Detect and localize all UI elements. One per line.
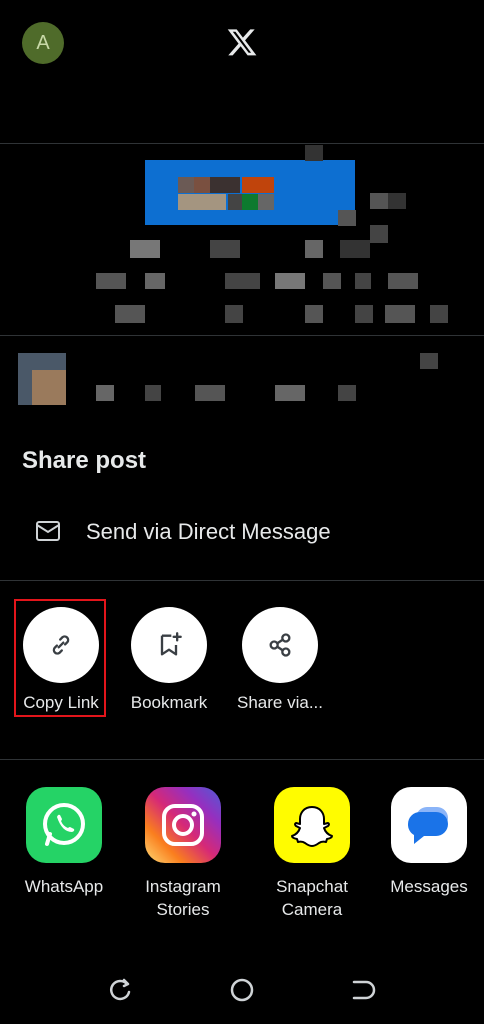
instagram-tile — [145, 787, 221, 863]
app-snapchat-camera[interactable]: Snapchat Camera — [252, 787, 372, 921]
bookmark-circle — [131, 607, 207, 683]
bookmark-add-icon — [160, 632, 182, 656]
section-divider — [0, 580, 484, 581]
app-messages[interactable]: Messages — [369, 787, 484, 898]
sheet-title: Share post — [22, 447, 147, 474]
whatsapp-label: WhatsApp — [24, 877, 104, 896]
envelope-icon — [36, 521, 60, 541]
system-navigation-bar — [0, 960, 484, 1024]
share-via-label: Share via... — [237, 693, 323, 712]
post-preview-pixelated — [0, 95, 484, 405]
messages-label: Messages — [390, 877, 468, 896]
share-icon — [269, 633, 291, 657]
app-instagram-stories[interactable]: Instagram Stories — [123, 787, 243, 921]
app-whatsapp[interactable]: WhatsApp — [4, 787, 124, 898]
copy-link-highlight-box — [14, 599, 106, 717]
top-bar: A — [0, 0, 484, 84]
home-icon[interactable] — [228, 976, 256, 1004]
instagram-label: Instagram Stories — [145, 877, 221, 919]
share-sheet: Share post Send via Direct Message Copy … — [0, 405, 484, 1024]
bookmark-button[interactable]: Bookmark — [114, 605, 224, 725]
avatar[interactable]: A — [22, 22, 64, 64]
snapchat-icon — [291, 806, 333, 847]
send-via-dm-row[interactable]: Send via Direct Message — [0, 505, 484, 559]
whatsapp-tile — [26, 787, 102, 863]
messages-icon — [407, 807, 448, 844]
instagram-icon — [162, 804, 204, 846]
snapchat-label: Snapchat Camera — [276, 877, 348, 919]
whatsapp-icon — [43, 803, 85, 846]
share-via-button[interactable]: Share via... — [225, 605, 335, 725]
recent-apps-icon[interactable] — [107, 976, 135, 1004]
messages-tile — [391, 787, 467, 863]
back-icon[interactable] — [348, 976, 376, 1004]
x-logo-icon — [227, 29, 257, 56]
snapchat-tile — [274, 787, 350, 863]
send-via-dm-label: Send via Direct Message — [86, 519, 331, 544]
share-via-circle — [242, 607, 318, 683]
bookmark-label: Bookmark — [130, 693, 208, 712]
section-divider — [0, 759, 484, 760]
